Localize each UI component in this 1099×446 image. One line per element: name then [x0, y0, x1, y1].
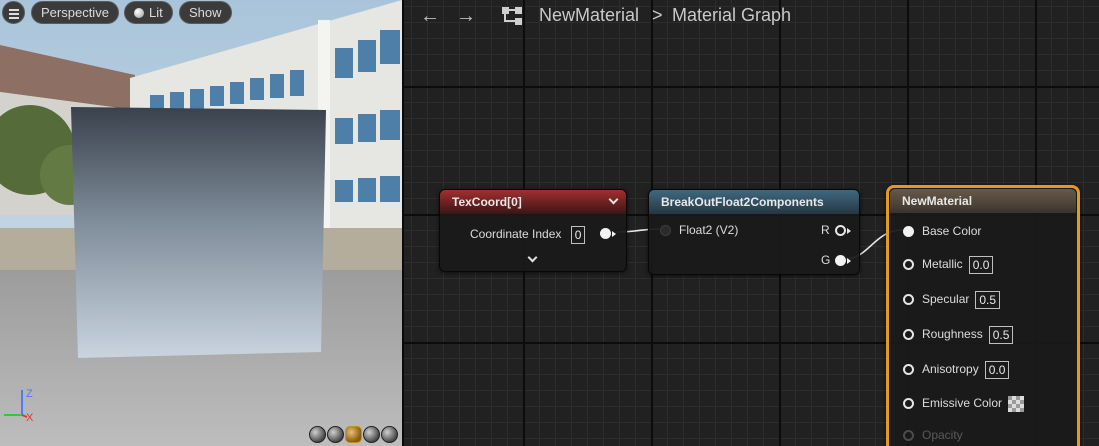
show-button[interactable]: Show [179, 1, 232, 24]
preview-sphere-icon[interactable] [327, 426, 344, 443]
texcoord-output-pin-tip [612, 231, 616, 237]
base-color-input: Base Color [922, 221, 981, 241]
emissive-color-pin[interactable] [903, 398, 914, 409]
texcoord-node-header[interactable]: TexCoord[0] [440, 190, 626, 214]
breakout-node-header[interactable]: BreakOutFloat2Components [649, 190, 859, 214]
roughness-input: Roughness 0.5 [922, 324, 1014, 344]
anisotropy-field[interactable]: 0.0 [984, 360, 1010, 379]
collapse-chevron-icon[interactable] [608, 194, 619, 205]
specular-label: Specular [922, 292, 970, 306]
coordinate-index-row: Coordinate Index 0 [470, 224, 586, 244]
metallic-label: Metallic [922, 257, 963, 271]
metallic-input: Metallic 0.0 [922, 254, 994, 274]
specular-pin[interactable] [903, 294, 914, 305]
specular-field[interactable]: 0.5 [975, 290, 1001, 309]
viewport-scene [0, 0, 402, 446]
show-label: Show [189, 5, 222, 20]
output-g-label: G [821, 253, 831, 267]
perspective-label: Perspective [41, 5, 109, 20]
material-preview-viewport[interactable]: Perspective Lit Show Z X [0, 0, 402, 446]
breadcrumb-asset[interactable]: NewMaterial [539, 5, 639, 25]
viewport-menu-button[interactable] [2, 1, 25, 24]
perspective-button[interactable]: Perspective [31, 1, 119, 24]
breadcrumb-graph[interactable]: Material Graph [672, 5, 791, 25]
float2-input-pin[interactable] [660, 225, 671, 236]
roughness-label: Roughness [922, 327, 983, 341]
output-r-pin-tip [847, 228, 851, 234]
specular-input: Specular 0.5 [922, 289, 1001, 309]
base-color-pin[interactable] [903, 226, 914, 237]
preview-custom-mesh-icon[interactable] [381, 426, 398, 443]
output-r-pin[interactable] [835, 225, 846, 236]
preview-shape-toolbar [309, 426, 398, 444]
anisotropy-input: Anisotropy 0.0 [922, 359, 1010, 379]
advanced-display-chevron-icon[interactable] [527, 252, 538, 263]
graph-hierarchy-icon[interactable] [501, 5, 525, 27]
texcoord-node-title: TexCoord[0] [452, 195, 522, 209]
lit-button[interactable]: Lit [124, 1, 173, 24]
metallic-pin[interactable] [903, 259, 914, 270]
anisotropy-label: Anisotropy [922, 362, 979, 376]
opacity-label: Opacity [922, 428, 963, 442]
anisotropy-pin[interactable] [903, 364, 914, 375]
lit-icon [134, 8, 144, 18]
lit-label: Lit [149, 5, 163, 20]
preview-cylinder-icon[interactable] [309, 426, 326, 443]
texcoord-node[interactable]: TexCoord[0] Coordinate Index 0 [439, 189, 627, 272]
breakout-float2-node[interactable]: BreakOutFloat2Components Float2 (V2) R G [648, 189, 860, 275]
metallic-field[interactable]: 0.0 [968, 255, 994, 274]
axis-gizmo-icon: Z X [4, 388, 34, 424]
opacity-input: Opacity [922, 425, 963, 445]
emissive-color-label: Emissive Color [922, 396, 1003, 410]
coordinate-index-field[interactable]: 0 [570, 225, 586, 244]
output-g-pin-tip [847, 258, 851, 264]
output-g-pin[interactable] [835, 255, 846, 266]
breadcrumb-separator: > [652, 5, 663, 25]
base-color-label: Base Color [922, 224, 982, 238]
axis-z-label: Z [26, 388, 33, 400]
material-graph-canvas[interactable]: ← → NewMaterial > Material Graph TexCoor… [404, 0, 1099, 446]
axis-x-label: X [26, 412, 34, 424]
emissive-color-input: Emissive Color [922, 393, 1025, 413]
preview-cube-icon[interactable] [363, 426, 380, 443]
texcoord-output-pin[interactable] [600, 228, 611, 239]
breakout-node-title: BreakOutFloat2Components [661, 195, 824, 209]
preview-plane-icon[interactable] [345, 426, 362, 443]
forward-arrow-icon[interactable]: → [456, 6, 476, 26]
back-arrow-icon[interactable]: ← [420, 6, 440, 26]
roughness-field[interactable]: 0.5 [988, 325, 1014, 344]
material-result-node[interactable]: NewMaterial Base Color Metallic 0.0 Specu… [886, 185, 1080, 446]
opacity-pin[interactable] [903, 430, 914, 441]
output-r-label: R [821, 223, 830, 237]
emissive-color-swatch[interactable] [1008, 395, 1025, 412]
float2-input-label: Float2 (V2) [679, 223, 739, 237]
material-node-header[interactable]: NewMaterial [890, 189, 1076, 213]
material-node-title: NewMaterial [902, 194, 973, 208]
coordinate-index-label: Coordinate Index [470, 227, 562, 241]
roughness-pin[interactable] [903, 329, 914, 340]
